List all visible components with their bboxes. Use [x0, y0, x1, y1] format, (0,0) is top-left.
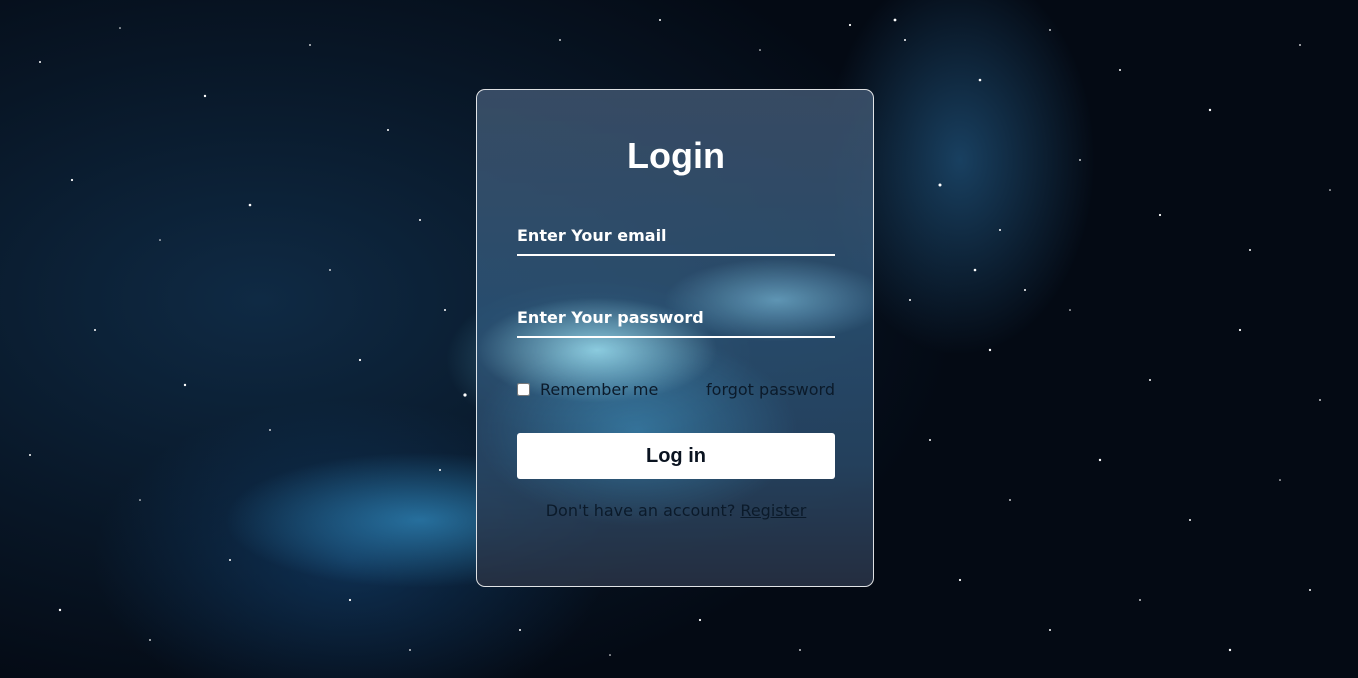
- login-card: Login Remember me forgot password Log in…: [476, 89, 874, 587]
- login-options-row: Remember me forgot password: [517, 380, 835, 402]
- remember-me[interactable]: Remember me: [517, 380, 658, 399]
- register-link[interactable]: Register: [740, 501, 806, 520]
- email-input[interactable]: [517, 220, 835, 250]
- password-input[interactable]: [517, 302, 835, 332]
- register-prompt-text: Don't have an account?: [545, 501, 736, 520]
- email-field-wrapper: [517, 220, 835, 256]
- login-button[interactable]: Log in: [517, 433, 835, 479]
- register-prompt: Don't have an account? Register: [477, 501, 873, 520]
- login-title: Login: [627, 135, 725, 176]
- remember-me-label: Remember me: [540, 380, 659, 399]
- remember-me-checkbox[interactable]: [517, 383, 530, 396]
- forgot-password-link[interactable]: forgot password: [706, 380, 835, 399]
- password-field-wrapper: [517, 302, 835, 338]
